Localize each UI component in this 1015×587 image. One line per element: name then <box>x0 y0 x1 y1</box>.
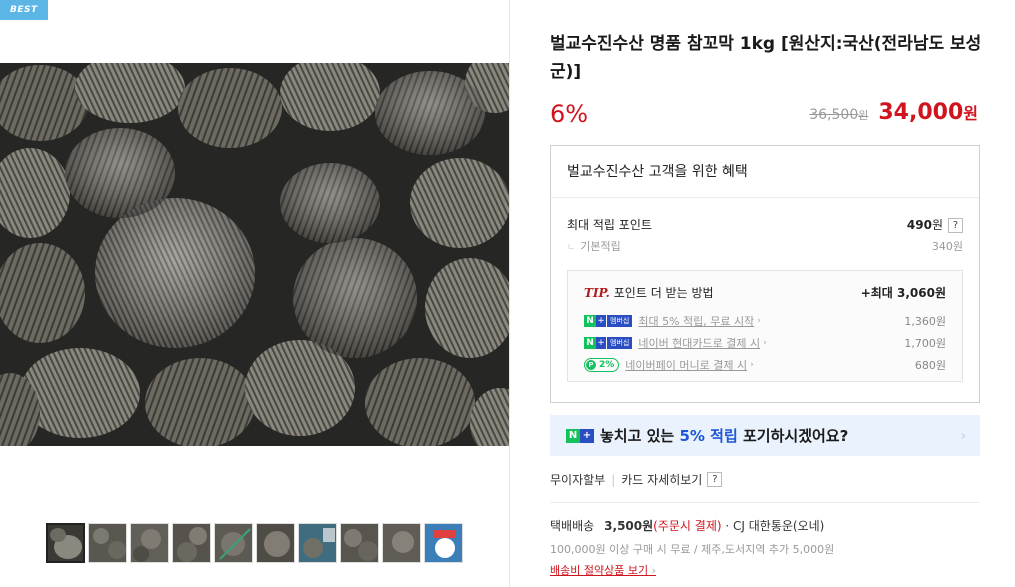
tip-item-value: 1,360원 <box>904 315 946 328</box>
tip-item-value: 680원 <box>914 359 946 372</box>
naver-plus-icon: N + <box>566 428 594 443</box>
discount-rate: 6% <box>550 100 589 128</box>
payment-links: 무이자할부 | 카드 자세히보기 ? <box>550 471 723 488</box>
thumbnail[interactable] <box>340 523 379 563</box>
max-points-label: 최대 적립 포인트 <box>567 218 652 232</box>
base-points-value: 340원 <box>931 240 963 253</box>
thumbnail[interactable] <box>214 523 253 563</box>
installment-link[interactable]: 무이자할부 <box>550 471 605 488</box>
tip-max-points: +최대 3,060원 <box>860 286 946 300</box>
chevron-right-icon: › <box>757 316 761 326</box>
tip-box: TIP. 포인트 더 받는 방법 +최대 3,060원 N + 멤버십 최대 5% 적… <box>567 270 963 382</box>
banner-highlight: 5% 적립 <box>679 427 738 445</box>
tip-item-hyundai-card: N + 멤버십 네이버 현대카드로 결제 시 › 1,700원 <box>584 335 946 351</box>
shipping-carrier: · CJ 대한통운(오네) <box>725 519 825 533</box>
chevron-right-icon: › <box>750 360 754 370</box>
product-image-panel: BEST <box>0 0 510 587</box>
chevron-right-icon: › <box>960 427 966 444</box>
thumbnail[interactable] <box>172 523 211 563</box>
benefit-box: 벌교수진수산 고객을 위한 혜택 최대 적립 포인트 490원? 기본적립 34… <box>550 145 980 403</box>
shipping-label: 택배배송 <box>550 519 595 533</box>
tip-item-npay-money: P 2% 네이버페이 머니로 결제 시 › 680원 <box>584 357 946 373</box>
banner-text-before: 놓치고 있는 <box>600 427 675 445</box>
help-icon[interactable]: ? <box>707 472 723 487</box>
thumbnail[interactable] <box>424 523 463 563</box>
npay-2-percent-icon: P 2% <box>584 358 620 372</box>
tip-item-value: 1,700원 <box>904 337 946 350</box>
membership-banner[interactable]: N + 놓치고 있는 5% 적립 포기하시겠어요? › <box>550 415 980 456</box>
best-badge: BEST <box>0 0 48 20</box>
sale-price: 34,000원 <box>878 100 978 125</box>
card-detail-link[interactable]: 카드 자세히보기 <box>621 471 702 488</box>
chevron-right-icon: › <box>651 564 656 577</box>
max-points-row: 최대 적립 포인트 490원? <box>567 216 963 233</box>
shipping-condition: 100,000원 이상 구매 시 무료 / 제주,도서지역 추가 5,000원 <box>550 543 835 556</box>
tip-item-membership: N + 멤버십 최대 5% 적립, 무료 시작 › 1,360원 <box>584 313 946 329</box>
thumbnail[interactable] <box>382 523 421 563</box>
tip-item-link[interactable]: 네이버 현대카드로 결제 시 <box>638 335 760 351</box>
tip-title: 포인트 더 받는 방법 <box>613 286 714 300</box>
section-divider <box>550 502 980 503</box>
cockle-shells-photo <box>0 63 509 446</box>
shipping-row: 택배배송 3,500원(주문시 결제) · CJ 대한통운(오네) <box>550 517 824 534</box>
help-icon[interactable]: ? <box>948 218 963 233</box>
tip-label: TIP. <box>584 286 610 300</box>
thumbnail[interactable] <box>298 523 337 563</box>
naver-plus-membership-icon: N + 멤버십 <box>584 315 633 327</box>
chevron-right-icon: › <box>763 338 767 348</box>
thumbnail[interactable] <box>256 523 295 563</box>
shipping-save-link[interactable]: 배송비 절약상품 보기 › <box>550 562 656 578</box>
benefit-header: 벌교수진수산 고객을 위한 혜택 <box>551 146 979 198</box>
price-group: 36,500원 34,000원 <box>809 100 978 125</box>
banner-text-after: 포기하시겠어요? <box>743 427 849 445</box>
product-info-panel: 벌교수진수산 명품 참꼬막 1kg [원산지:국산(전라남도 보성군)] 6% … <box>550 0 982 587</box>
thumbnail-strip <box>46 523 463 563</box>
naver-plus-membership-icon: N + 멤버십 <box>584 337 633 349</box>
divider: | <box>611 472 616 487</box>
tip-item-link[interactable]: 네이버페이 머니로 결제 시 <box>625 357 747 373</box>
tip-header: TIP. 포인트 더 받는 방법 +최대 3,060원 <box>584 284 946 301</box>
shipping-fee-note: (주문시 결제) <box>653 519 722 533</box>
original-price: 36,500원 <box>809 107 869 123</box>
thumbnail[interactable] <box>88 523 127 563</box>
base-points-row: 기본적립 340원 <box>567 238 963 254</box>
product-main-image[interactable] <box>0 63 509 446</box>
product-title: 벌교수진수산 명품 참꼬막 1kg [원산지:국산(전라남도 보성군)] <box>550 34 982 82</box>
base-points-label: 기본적립 <box>567 238 620 254</box>
thumbnail[interactable] <box>130 523 169 563</box>
shipping-fee: 3,500원 <box>604 519 654 533</box>
tip-item-link[interactable]: 최대 5% 적립, 무료 시작 <box>638 313 754 329</box>
max-points-value: 490원? <box>907 216 963 233</box>
thumbnail[interactable] <box>46 523 85 563</box>
